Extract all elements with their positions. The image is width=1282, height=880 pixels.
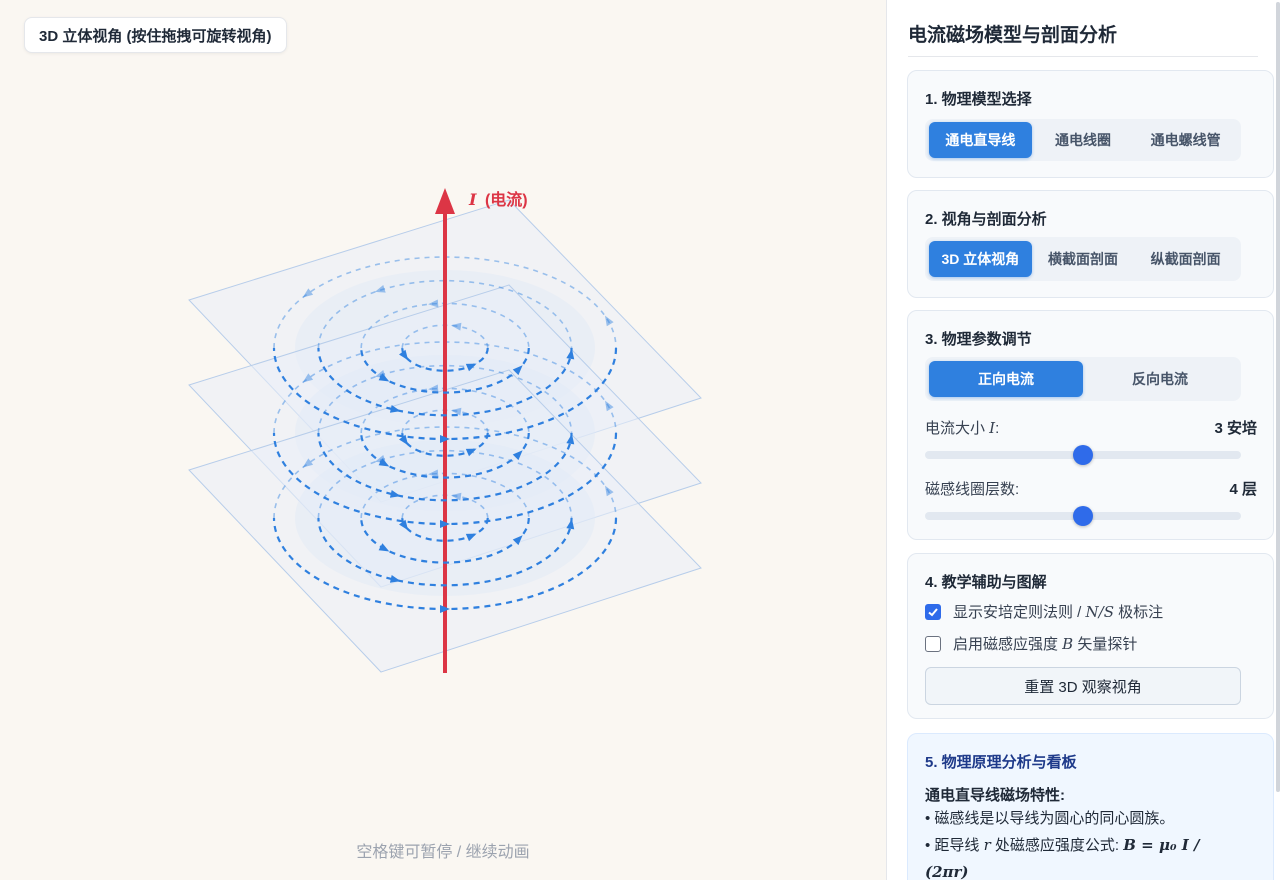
animation-hint: 空格键可暂停 / 继续动画 bbox=[356, 844, 530, 861]
direction-reverse-button[interactable]: 反向电流 bbox=[1083, 361, 1237, 397]
model-segmented-control: 通电直导线 通电线圈 通电螺线管 bbox=[925, 119, 1241, 161]
direction-segmented-control: 正向电流 反向电流 bbox=[925, 357, 1241, 401]
params-title: 3. 物理参数调节 bbox=[925, 331, 1032, 348]
field-layers-label: 磁感线圈层数: bbox=[925, 481, 1020, 498]
analysis-subtitle: 通电直导线磁场特性: bbox=[925, 787, 1065, 804]
view-mode-badge: 3D 立体视角 (按住拖拽可旋转视角) bbox=[24, 17, 287, 53]
model-option-straight-wire[interactable]: 通电直导线 bbox=[929, 122, 1032, 158]
current-magnitude-slider[interactable] bbox=[925, 445, 1241, 465]
current-slider-thumb[interactable] bbox=[1073, 445, 1093, 465]
field-layers-slider[interactable] bbox=[925, 506, 1241, 526]
teaching-title: 4. 教学辅助与图解 bbox=[925, 574, 1047, 591]
view-select-card: 2. 视角与剖面分析 3D 立体视角 横截面剖面 纵截面剖面 bbox=[907, 190, 1274, 298]
view-option-longitudinal-section[interactable]: 纵截面剖面 bbox=[1134, 241, 1237, 277]
direction-forward-button[interactable]: 正向电流 bbox=[929, 361, 1083, 397]
panel-scrollbar[interactable] bbox=[1276, 2, 1280, 792]
view-select-title: 2. 视角与剖面分析 bbox=[925, 211, 1047, 228]
analysis-line-2: • 距导线 r 处磁感应强度公式: B = μ₀ I / (2πr) bbox=[925, 836, 1200, 880]
view-segmented-control: 3D 立体视角 横截面剖面 纵截面剖面 bbox=[925, 237, 1241, 281]
analysis-card: 5. 物理原理分析与看板 通电直导线磁场特性: • 磁感线是以导线为圆心的同心圆… bbox=[907, 733, 1274, 880]
current-arrow-icon bbox=[435, 188, 455, 214]
vector-probe-option[interactable]: 启用磁感应强度 B 矢量探针 bbox=[925, 633, 1137, 654]
ampere-rule-label: 显示安培定则法则 / N/S 极标注 bbox=[953, 603, 1164, 621]
field-scene[interactable]: I (电流) bbox=[0, 0, 886, 880]
model-select-title: 1. 物理模型选择 bbox=[925, 91, 1032, 108]
panel-title: 电流磁场模型与剖面分析 bbox=[908, 25, 1118, 46]
teaching-card: 4. 教学辅助与图解 显示安培定则法则 / N/S 极标注 启用磁感应强度 B … bbox=[907, 553, 1274, 719]
current-magnitude-value: 3 安培 bbox=[1214, 420, 1257, 437]
model-option-solenoid[interactable]: 通电螺线管 bbox=[1134, 122, 1237, 158]
current-label: (电流) bbox=[485, 190, 528, 209]
current-magnitude-label: 电流大小 I: bbox=[925, 419, 1000, 437]
visualization-stage[interactable]: I (电流) 3D 立体视角 (按住拖拽可旋转视角) 空格键可暂停 / 继续动画 bbox=[0, 0, 887, 880]
params-card: 3. 物理参数调节 正向电流 反向电流 电流大小 I: 3 安培 磁感线圈层数:… bbox=[907, 310, 1274, 540]
analysis-title: 5. 物理原理分析与看板 bbox=[925, 754, 1077, 771]
analysis-line-1: • 磁感线是以导线为圆心的同心圆族。 bbox=[925, 810, 1175, 827]
model-option-coil[interactable]: 通电线圈 bbox=[1032, 122, 1135, 158]
view-option-cross-section[interactable]: 横截面剖面 bbox=[1032, 241, 1135, 277]
panel-divider bbox=[908, 56, 1258, 57]
view-option-3d[interactable]: 3D 立体视角 bbox=[929, 241, 1032, 277]
ampere-rule-checkbox[interactable] bbox=[925, 603, 941, 620]
vector-probe-label: 启用磁感应强度 B 矢量探针 bbox=[953, 635, 1138, 653]
vector-probe-checkbox[interactable] bbox=[925, 635, 941, 652]
current-symbol: I bbox=[468, 190, 477, 209]
model-select-card: 1. 物理模型选择 通电直导线 通电线圈 通电螺线管 bbox=[907, 70, 1274, 178]
control-panel: 电流磁场模型与剖面分析 1. 物理模型选择 通电直导线 通电线圈 通电螺线管 2… bbox=[887, 0, 1282, 880]
svg-text:I (电流): I (电流) bbox=[468, 190, 528, 209]
reset-view-button[interactable]: 重置 3D 观察视角 bbox=[925, 667, 1241, 705]
checkmark-icon bbox=[928, 607, 938, 616]
layers-slider-thumb[interactable] bbox=[1073, 506, 1093, 526]
field-layers-value: 4 层 bbox=[1229, 481, 1257, 498]
ampere-rule-option[interactable]: 显示安培定则法则 / N/S 极标注 bbox=[925, 601, 1163, 622]
